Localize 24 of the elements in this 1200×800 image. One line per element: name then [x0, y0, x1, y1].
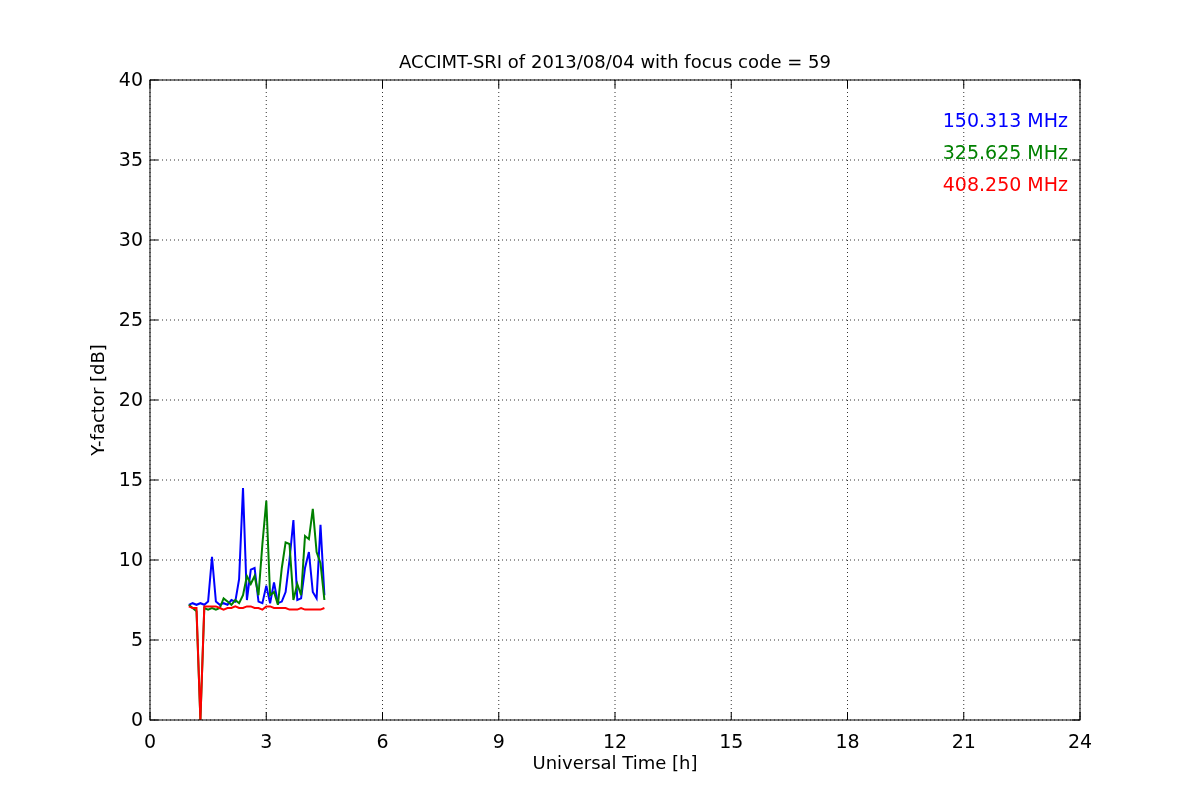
legend-label: 150.313 MHz — [942, 108, 1068, 131]
chart-title: ACCIMT-SRI of 2013/08/04 with focus code = 59 — [399, 51, 831, 72]
y-tick-label: 25 — [118, 307, 143, 330]
x-tick-label: 6 — [376, 729, 389, 752]
y-tick-label: 35 — [118, 147, 143, 170]
y-tick-label: 10 — [118, 547, 143, 570]
x-tick-label: 12 — [602, 729, 628, 752]
x-tick-label: 9 — [492, 729, 505, 752]
x-tick-label: 21 — [951, 729, 976, 752]
x-tick-label: 0 — [143, 729, 157, 752]
x-tick-label: 24 — [1067, 729, 1093, 752]
y-tick-label: 40 — [118, 67, 143, 90]
x-tick-label: 18 — [835, 729, 860, 752]
y-tick-label: 15 — [118, 467, 143, 490]
y-tick-label: 5 — [130, 627, 143, 650]
x-axis-label: Universal Time [h] — [532, 752, 698, 773]
y-tick-label: 30 — [118, 227, 143, 250]
y-axis-label: Y-factor [dB] — [87, 344, 108, 456]
y-tick-label: 0 — [130, 707, 143, 730]
legend-label: 408.250 MHz — [942, 172, 1068, 195]
legend-label: 325.625 MHz — [942, 140, 1068, 163]
x-tick-label: 3 — [260, 729, 273, 752]
y-tick-label: 20 — [118, 387, 143, 410]
x-tick-label: 15 — [719, 729, 744, 752]
